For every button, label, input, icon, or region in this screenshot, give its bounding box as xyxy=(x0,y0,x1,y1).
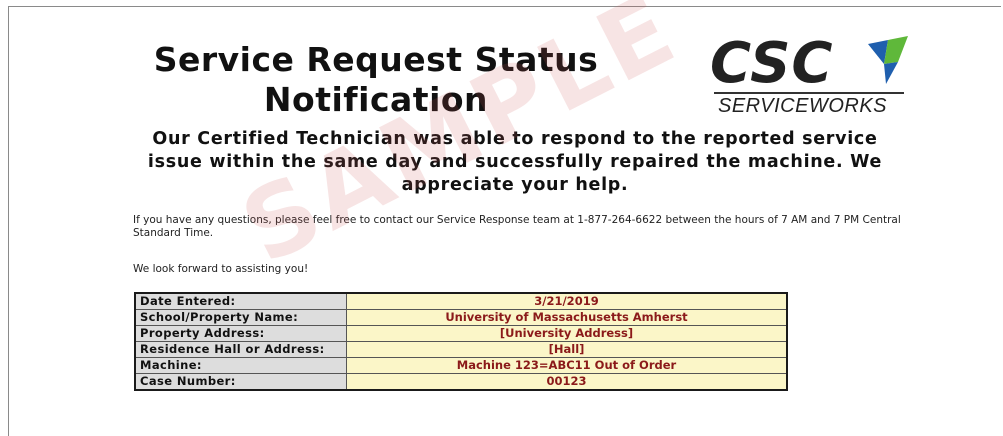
row-value-property-name: University of Massachusetts Amherst xyxy=(346,309,788,326)
contact-paragraph: If you have any questions, please feel f… xyxy=(133,214,901,239)
row-label-property-name: School/Property Name: xyxy=(134,309,347,326)
row-label-case-number: Case Number: xyxy=(134,373,347,391)
table-row: Machine: Machine 123=ABC11 Out of Order xyxy=(134,357,788,374)
intro-message: Our Certified Technician was able to res… xyxy=(147,129,883,195)
table-row: School/Property Name: University of Mass… xyxy=(134,309,788,326)
row-label-residence-hall: Residence Hall or Address: xyxy=(134,341,347,358)
csc-serviceworks-logo: CSC SERVICEWORKS xyxy=(708,32,914,122)
row-value-machine: Machine 123=ABC11 Out of Order xyxy=(346,357,788,374)
row-label-date: Date Entered: xyxy=(134,292,347,310)
service-info-table: Date Entered: 3/21/2019 School/Property … xyxy=(134,292,788,391)
logo-brand-text: CSC xyxy=(710,31,834,96)
logo-arrow-icon xyxy=(868,36,908,84)
row-value-case-number: 00123 xyxy=(346,373,788,391)
row-label-property-address: Property Address: xyxy=(134,325,347,342)
document-title: Service Request Status Notification xyxy=(148,40,604,120)
title-line-1: Service Request Status xyxy=(153,40,599,79)
table-row: Property Address: [University Address] xyxy=(134,325,788,342)
row-value-residence-hall: [Hall] xyxy=(346,341,788,358)
thanks-line: We look forward to assisting you! xyxy=(133,263,309,275)
row-value-property-address: [University Address] xyxy=(346,325,788,342)
row-value-date: 3/21/2019 xyxy=(346,292,788,310)
table-row: Date Entered: 3/21/2019 xyxy=(134,292,788,310)
logo-tagline: SERVICEWORKS xyxy=(718,95,887,117)
row-label-machine: Machine: xyxy=(134,357,347,374)
title-line-2: Notification xyxy=(263,80,489,119)
table-row: Case Number: 00123 xyxy=(134,373,788,391)
table-row: Residence Hall or Address: [Hall] xyxy=(134,341,788,358)
